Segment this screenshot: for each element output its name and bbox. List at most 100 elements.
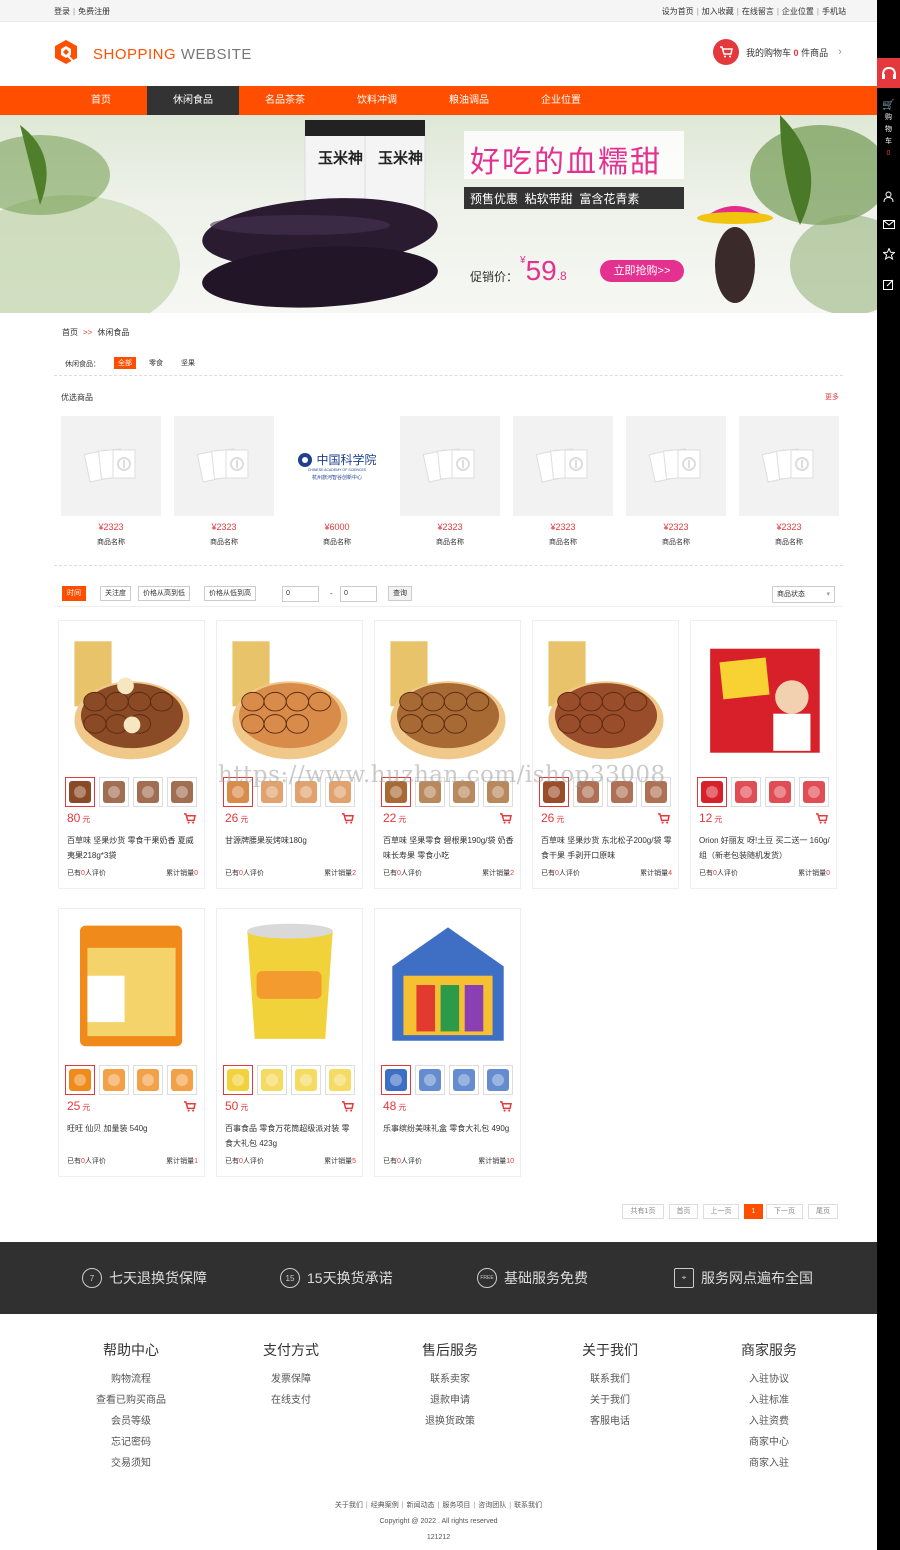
recommend-item-name[interactable]: 商品名称: [400, 537, 500, 547]
footer-column-link[interactable]: 购物流程: [111, 1374, 151, 1385]
product-thumbnail[interactable]: [449, 1065, 479, 1095]
product-thumbnail[interactable]: [415, 1065, 445, 1095]
nav-tea[interactable]: 名品茶茶: [239, 86, 331, 115]
filter-snacks[interactable]: 零食: [145, 357, 167, 369]
product-name[interactable]: 百草味 坚果炒货 东北松子200g/袋 零食干果 手剥开口原味: [541, 833, 673, 863]
footer-link-about[interactable]: 关于我们: [335, 1502, 363, 1509]
add-to-cart-icon[interactable]: [499, 813, 512, 826]
product-thumbnail[interactable]: [765, 777, 795, 807]
recommend-item[interactable]: ¥2323 商品名称: [739, 416, 839, 547]
status-select[interactable]: 商品状态 ▾: [772, 586, 835, 603]
footer-column-link[interactable]: 入驻资费: [749, 1416, 789, 1427]
sort-price-asc-button[interactable]: 价格从低到高: [204, 586, 256, 601]
page-first-button[interactable]: 首页: [669, 1204, 698, 1219]
nav-snacks[interactable]: 休闲食品: [147, 86, 239, 115]
recommend-item[interactable]: ¥2323 商品名称: [174, 416, 274, 547]
footer-link-news[interactable]: 新闻动态: [407, 1502, 435, 1509]
promo-banner[interactable]: 玉米神 玉米神 好吃的血糯甜 预售优惠 粘软带甜 富含花青素 促销价： ¥59.…: [0, 115, 877, 313]
filter-nuts[interactable]: 坚果: [177, 357, 199, 369]
recommend-item-name[interactable]: 商品名称: [513, 537, 613, 547]
product-name[interactable]: 甘源牌腰果炭烤味180g: [225, 833, 357, 863]
page-current[interactable]: 1: [744, 1204, 763, 1219]
product-image[interactable]: [541, 627, 671, 767]
add-to-cart-icon[interactable]: [499, 1101, 512, 1114]
footer-column-link[interactable]: 退款申请: [430, 1395, 470, 1406]
footer-column-link[interactable]: 退换货政策: [425, 1416, 475, 1427]
product-card[interactable]: 12 元 Orion 好丽友 呀!土豆 买二送一 160g/组（新老包装随机发货）…: [690, 620, 837, 889]
product-name[interactable]: 乐事缤纷美味礼盒 零食大礼包 490g: [383, 1121, 515, 1151]
page-next-button[interactable]: 下一页: [766, 1204, 803, 1219]
footer-column-link[interactable]: 联系我们: [590, 1374, 630, 1385]
product-thumbnail[interactable]: [133, 777, 163, 807]
set-homepage-link[interactable]: 设为首页: [662, 7, 694, 16]
product-name[interactable]: 百事食品 零食万花筒超级派对装 零食大礼包 423g: [225, 1121, 357, 1151]
product-thumbnail[interactable]: [133, 1065, 163, 1095]
product-name[interactable]: 百草味 坚果炒货 零食干果奶香 夏威夷果218g*3袋: [67, 833, 199, 863]
add-favorite-link[interactable]: 加入收藏: [702, 7, 734, 16]
product-thumbnail[interactable]: [483, 1065, 513, 1095]
recommend-item-name[interactable]: 商品名称: [287, 537, 387, 547]
site-logo-text[interactable]: SHOPPING WEBSITE: [93, 46, 252, 63]
footer-column-link[interactable]: 忘记密码: [111, 1437, 151, 1448]
product-thumbnail[interactable]: [167, 1065, 197, 1095]
recommend-item[interactable]: ¥2323 商品名称: [61, 416, 161, 547]
product-thumbnail[interactable]: [167, 777, 197, 807]
product-thumbnail[interactable]: [99, 777, 129, 807]
footer-column-link[interactable]: 入驻标准: [749, 1395, 789, 1406]
page-last-button[interactable]: 尾页: [808, 1204, 838, 1219]
star-icon[interactable]: [877, 244, 900, 264]
product-thumbnail[interactable]: [99, 1065, 129, 1095]
product-image[interactable]: [225, 915, 355, 1055]
footer-column-link[interactable]: 联系卖家: [430, 1374, 470, 1385]
footer-column-link[interactable]: 查看已购买商品: [96, 1395, 166, 1406]
add-to-cart-icon[interactable]: [341, 1101, 354, 1114]
product-image[interactable]: [225, 627, 355, 767]
filter-all[interactable]: 全部: [114, 357, 136, 369]
product-thumbnail[interactable]: [257, 1065, 287, 1095]
nav-grain-oil[interactable]: 粮油调品: [423, 86, 515, 115]
add-to-cart-icon[interactable]: [183, 813, 196, 826]
max-price-input[interactable]: 0: [340, 586, 377, 602]
customer-service-icon[interactable]: [877, 58, 900, 88]
header-cart-button[interactable]: 我的购物车 0 件商品 ›: [713, 39, 842, 65]
product-card[interactable]: 22 元 百草味 坚果零食 碧根果190g/袋 奶香味长寿果 零食小吃 已有0人评…: [374, 620, 521, 889]
footer-column-link[interactable]: 商家中心: [749, 1437, 789, 1448]
footer-link-contact[interactable]: 联系我们: [514, 1502, 542, 1509]
mobile-link[interactable]: 手机站: [822, 7, 846, 16]
nav-location[interactable]: 企业位置: [515, 86, 607, 115]
sidebar-cart-button[interactable]: 🛒 购 物 车 0: [877, 100, 900, 160]
footer-column-link[interactable]: 关于我们: [590, 1395, 630, 1406]
register-link[interactable]: 免费注册: [78, 7, 110, 16]
recommend-item-name[interactable]: 商品名称: [626, 537, 726, 547]
user-icon[interactable]: [877, 186, 900, 206]
product-thumbnail[interactable]: [697, 777, 727, 807]
product-card[interactable]: 26 元 百草味 坚果炒货 东北松子200g/袋 零食干果 手剥开口原味 已有0人…: [532, 620, 679, 889]
query-button[interactable]: 查询: [388, 586, 412, 601]
footer-link-services[interactable]: 服务项目: [442, 1502, 470, 1509]
product-image[interactable]: [67, 627, 197, 767]
breadcrumb-home[interactable]: 首页: [62, 328, 78, 337]
footer-link-cases[interactable]: 经典案例: [371, 1502, 399, 1509]
recommend-more-link[interactable]: 更多: [825, 392, 839, 402]
product-thumbnail[interactable]: [381, 1065, 411, 1095]
product-thumbnail[interactable]: [731, 777, 761, 807]
product-name[interactable]: Orion 好丽友 呀!土豆 买二送一 160g/组（新老包装随机发货）: [699, 833, 831, 863]
product-name[interactable]: 旺旺 仙贝 加量装 540g: [67, 1121, 199, 1151]
product-image[interactable]: [383, 915, 513, 1055]
product-thumbnail[interactable]: [65, 1065, 95, 1095]
mail-icon[interactable]: [877, 214, 900, 234]
sort-price-desc-button[interactable]: 价格从高到低: [138, 586, 190, 601]
sort-time-button[interactable]: 时间: [62, 586, 86, 601]
product-image[interactable]: [383, 627, 513, 767]
product-image[interactable]: [67, 915, 197, 1055]
product-thumbnail[interactable]: [65, 777, 95, 807]
sort-popularity-button[interactable]: 关注度: [100, 586, 131, 601]
recommend-item[interactable]: ¥2323 商品名称: [400, 416, 500, 547]
login-link[interactable]: 登录: [54, 7, 70, 16]
product-card[interactable]: 25 元 旺旺 仙贝 加量装 540g 已有0人评价 累计销量1: [58, 908, 205, 1177]
product-card[interactable]: 26 元 甘源牌腰果炭烤味180g 已有0人评价 累计销量2: [216, 620, 363, 889]
recommend-item-name[interactable]: 商品名称: [739, 537, 839, 547]
product-thumbnail[interactable]: [325, 1065, 355, 1095]
product-image[interactable]: [699, 627, 829, 767]
product-card[interactable]: 48 元 乐事缤纷美味礼盒 零食大礼包 490g 已有0人评价 累计销量10: [374, 908, 521, 1177]
